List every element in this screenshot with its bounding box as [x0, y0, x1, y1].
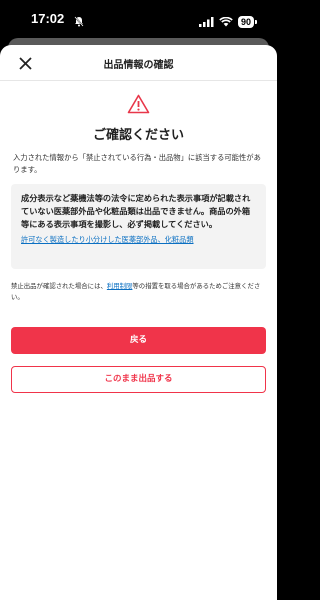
- status-bar: 17:02 90: [0, 0, 277, 38]
- status-time: 17:02: [31, 11, 65, 26]
- sheet-title: 出品情報の確認: [103, 60, 174, 71]
- wifi-icon: [219, 12, 233, 31]
- notice-text: 成分表示など薬機法等の法令に定められた表示事項が記載されていない医薬部外品や化粧…: [21, 193, 251, 229]
- footnote-before: 禁止出品が確認された場合には、: [11, 282, 107, 290]
- sheet-header: 出品情報の確認: [0, 45, 277, 81]
- bell-muted-icon: [74, 12, 84, 31]
- prohibited-items-link[interactable]: 許可なく製造したり小分けした医薬部外品、化粧品類: [21, 235, 256, 245]
- intro-text: 入力された情報から「禁止されている行為・出品物」に該当する可能性があります。: [13, 153, 261, 174]
- footnote: 禁止出品が確認された場合には、利用制限等の措置を取る場合があるためご注意ください…: [11, 281, 267, 303]
- battery-indicator: 90: [237, 15, 258, 28]
- confirmation-sheet: 出品情報の確認 ご確認ください 入力された情報から「禁止されている行為・出品物」…: [0, 45, 277, 600]
- warning-icon: [127, 94, 150, 118]
- page-heading: ご確認ください: [92, 128, 184, 143]
- signal-icon: [198, 12, 214, 31]
- back-button[interactable]: 戻る: [11, 327, 266, 354]
- notice-box: 成分表示など薬機法等の法令に定められた表示事項が記載されていない医薬部外品や化粧…: [11, 184, 266, 269]
- usage-restriction-link[interactable]: 利用制限: [107, 282, 133, 290]
- list-anyway-button[interactable]: このまま出品する: [11, 366, 266, 393]
